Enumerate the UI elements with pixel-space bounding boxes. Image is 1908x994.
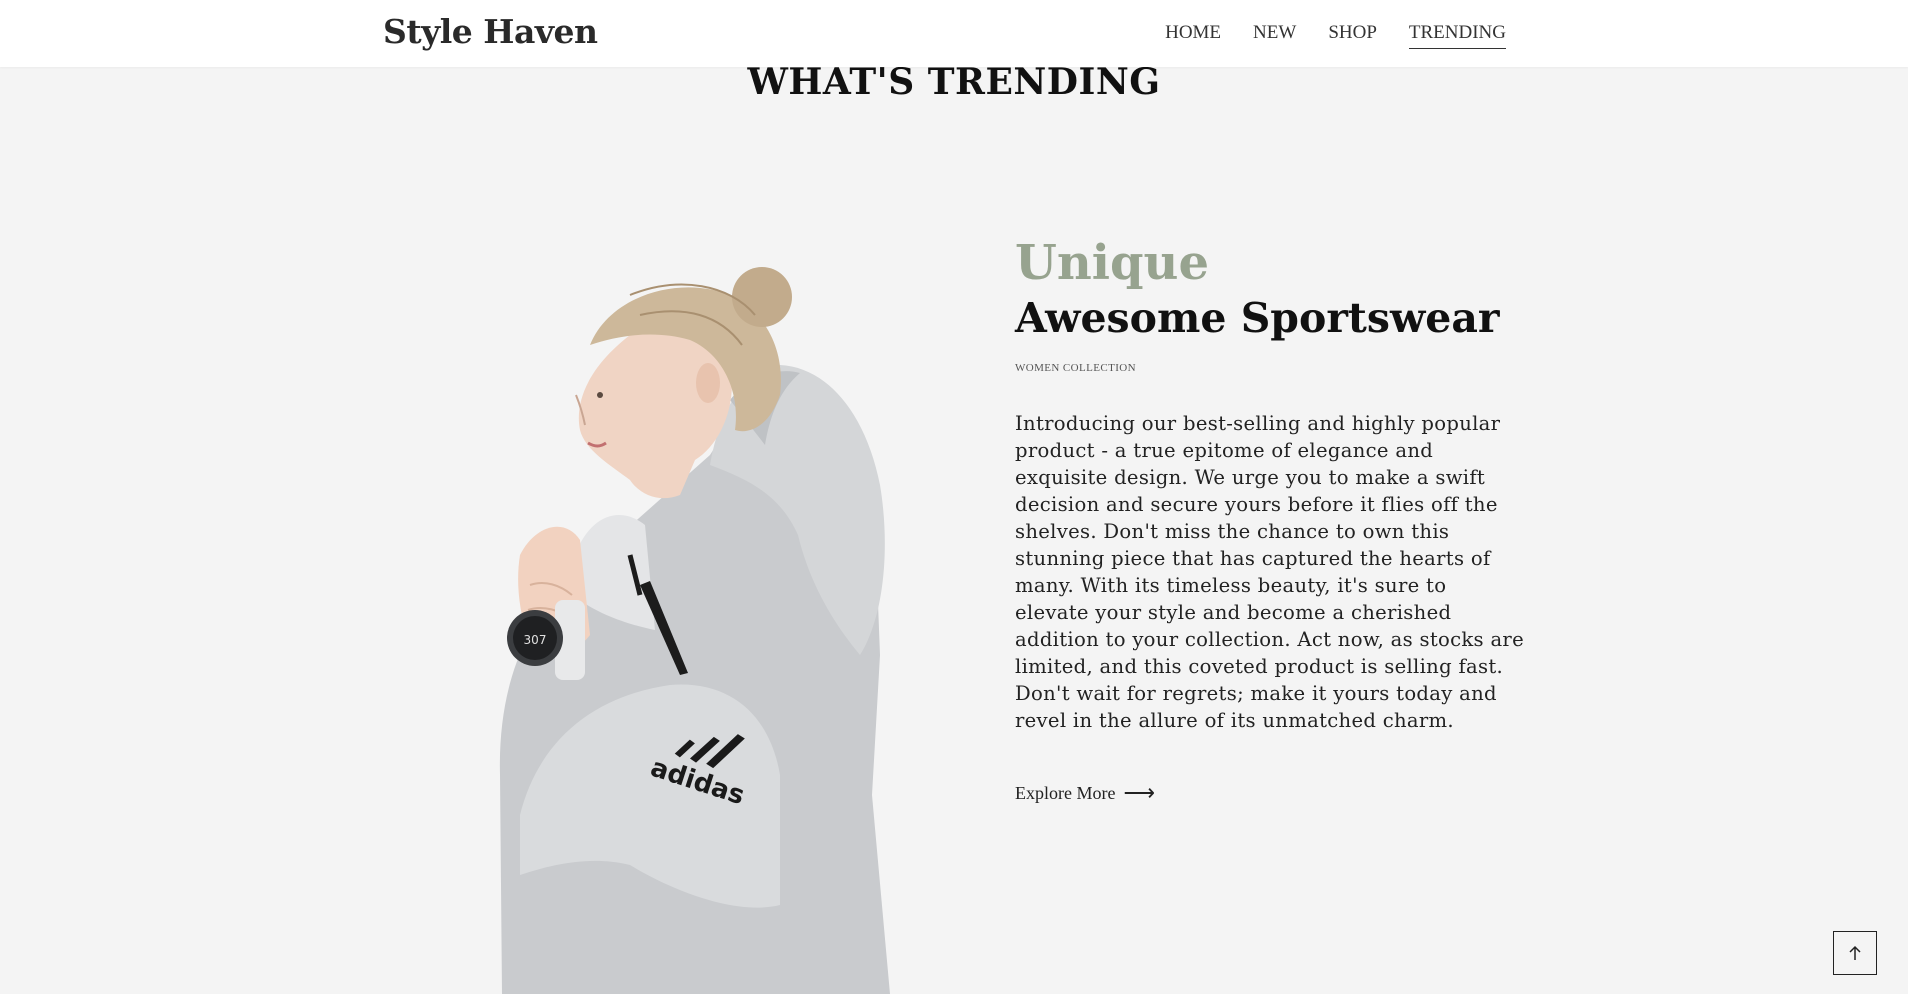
arrow-up-icon — [1849, 945, 1861, 960]
feature-kicker: Unique — [1015, 235, 1209, 291]
arrow-right-icon: ⟶ — [1123, 780, 1156, 806]
section-title: WHAT'S TRENDING — [747, 61, 1161, 103]
main-nav: HOME NEW SHOP TRENDING — [1165, 22, 1506, 49]
site-header: Style Haven HOME NEW SHOP TRENDING — [0, 0, 1908, 67]
feature-content: Unique Awesome Sportswear WOMEN COLLECTI… — [1015, 235, 1525, 804]
product-image: 307 adidas — [480, 255, 960, 994]
page-scrollbar[interactable] — [1903, 67, 1908, 994]
watch-display: 307 — [524, 633, 547, 647]
feature-headline: Awesome Sportswear — [1015, 294, 1500, 343]
collection-label: WOMEN COLLECTION — [1015, 362, 1136, 375]
nav-new[interactable]: NEW — [1253, 22, 1296, 49]
nav-home[interactable]: HOME — [1165, 22, 1221, 49]
nav-trending[interactable]: TRENDING — [1408, 22, 1506, 49]
back-to-top-button[interactable] — [1833, 931, 1877, 975]
explore-more-label: Explore More — [1015, 782, 1116, 803]
feature-description: Introducing our best-selling and highly … — [1015, 412, 1524, 733]
nav-shop[interactable]: SHOP — [1328, 22, 1377, 49]
explore-more-link[interactable]: Explore More ⟶ — [1015, 782, 1155, 804]
brand-logo[interactable]: Style Haven — [383, 12, 598, 51]
